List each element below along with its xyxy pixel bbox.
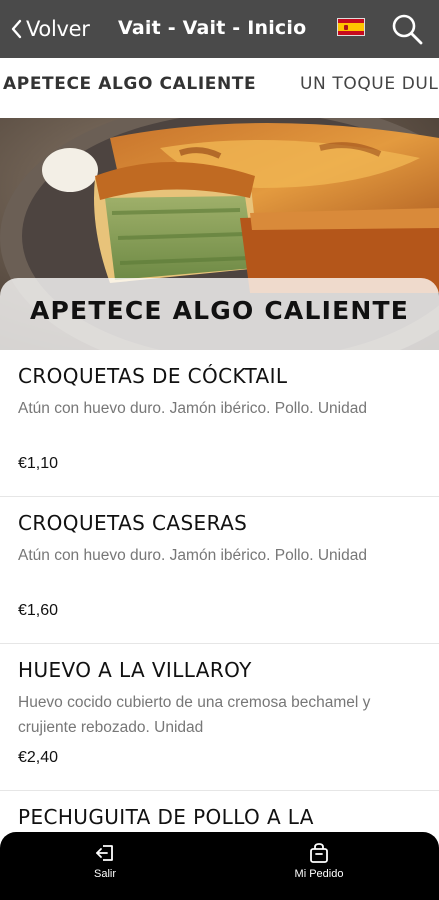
tab-apetece-algo-caliente[interactable]: APETECE ALGO CALIENTE	[3, 74, 256, 94]
back-label: Volver	[26, 17, 90, 41]
my-order-label: Mi Pedido	[294, 868, 344, 880]
menu-item-name: CROQUETAS CASERAS	[18, 511, 248, 535]
menu-item[interactable]: CROQUETAS DE CÓCKTAIL Atún con huevo dur…	[0, 350, 439, 497]
page-title: Vait - Vait - Inicio	[118, 17, 307, 39]
back-button[interactable]: Volver	[10, 14, 90, 44]
category-tabs: APETECE ALGO CALIENTE UN TOQUE DUL	[0, 58, 439, 116]
menu-item[interactable]: HUEVO A LA VILLAROY Huevo cocido cubiert…	[0, 644, 439, 791]
hero-title: APETECE ALGO CALIENTE	[29, 296, 410, 325]
menu-item-description: Atún con huevo duro. Jamón ibérico. Poll…	[18, 400, 367, 417]
exit-label: Salir	[93, 868, 116, 880]
menu-item-price: €1,60	[18, 602, 59, 619]
menu-item-description: Huevo cocido cubierto de una cremosa bec…	[18, 694, 371, 736]
exit-icon	[96, 845, 113, 861]
top-app-bar: Volver Vait - Vait - Inicio	[0, 0, 439, 58]
exit-button[interactable]: Salir	[60, 842, 150, 880]
menu-item-name: CROQUETAS DE CÓCKTAIL	[18, 364, 288, 388]
chevron-left-icon	[11, 19, 22, 39]
menu-item-price: €1,10	[18, 455, 59, 472]
menu-item-list: CROQUETAS DE CÓCKTAIL Atún con huevo dur…	[0, 350, 439, 900]
shopping-bag-icon	[310, 843, 328, 863]
my-order-button[interactable]: Mi Pedido	[274, 842, 364, 880]
spain-flag-icon[interactable]	[337, 18, 365, 36]
bottom-nav-bar: Salir Mi Pedido	[0, 832, 439, 900]
menu-item[interactable]: CROQUETAS CASERAS Atún con huevo duro. J…	[0, 497, 439, 644]
search-icon[interactable]	[390, 12, 424, 46]
menu-item-name: PECHUGUITA DE POLLO A LA	[18, 805, 314, 829]
menu-item-name: HUEVO A LA VILLAROY	[18, 658, 252, 682]
category-hero: APETECE ALGO CALIENTE	[0, 118, 439, 350]
menu-item-description: Atún con huevo duro. Jamón ibérico. Poll…	[18, 547, 367, 564]
menu-item-price: €2,40	[18, 749, 59, 766]
tab-un-toque-dulce[interactable]: UN TOQUE DUL	[300, 74, 439, 94]
